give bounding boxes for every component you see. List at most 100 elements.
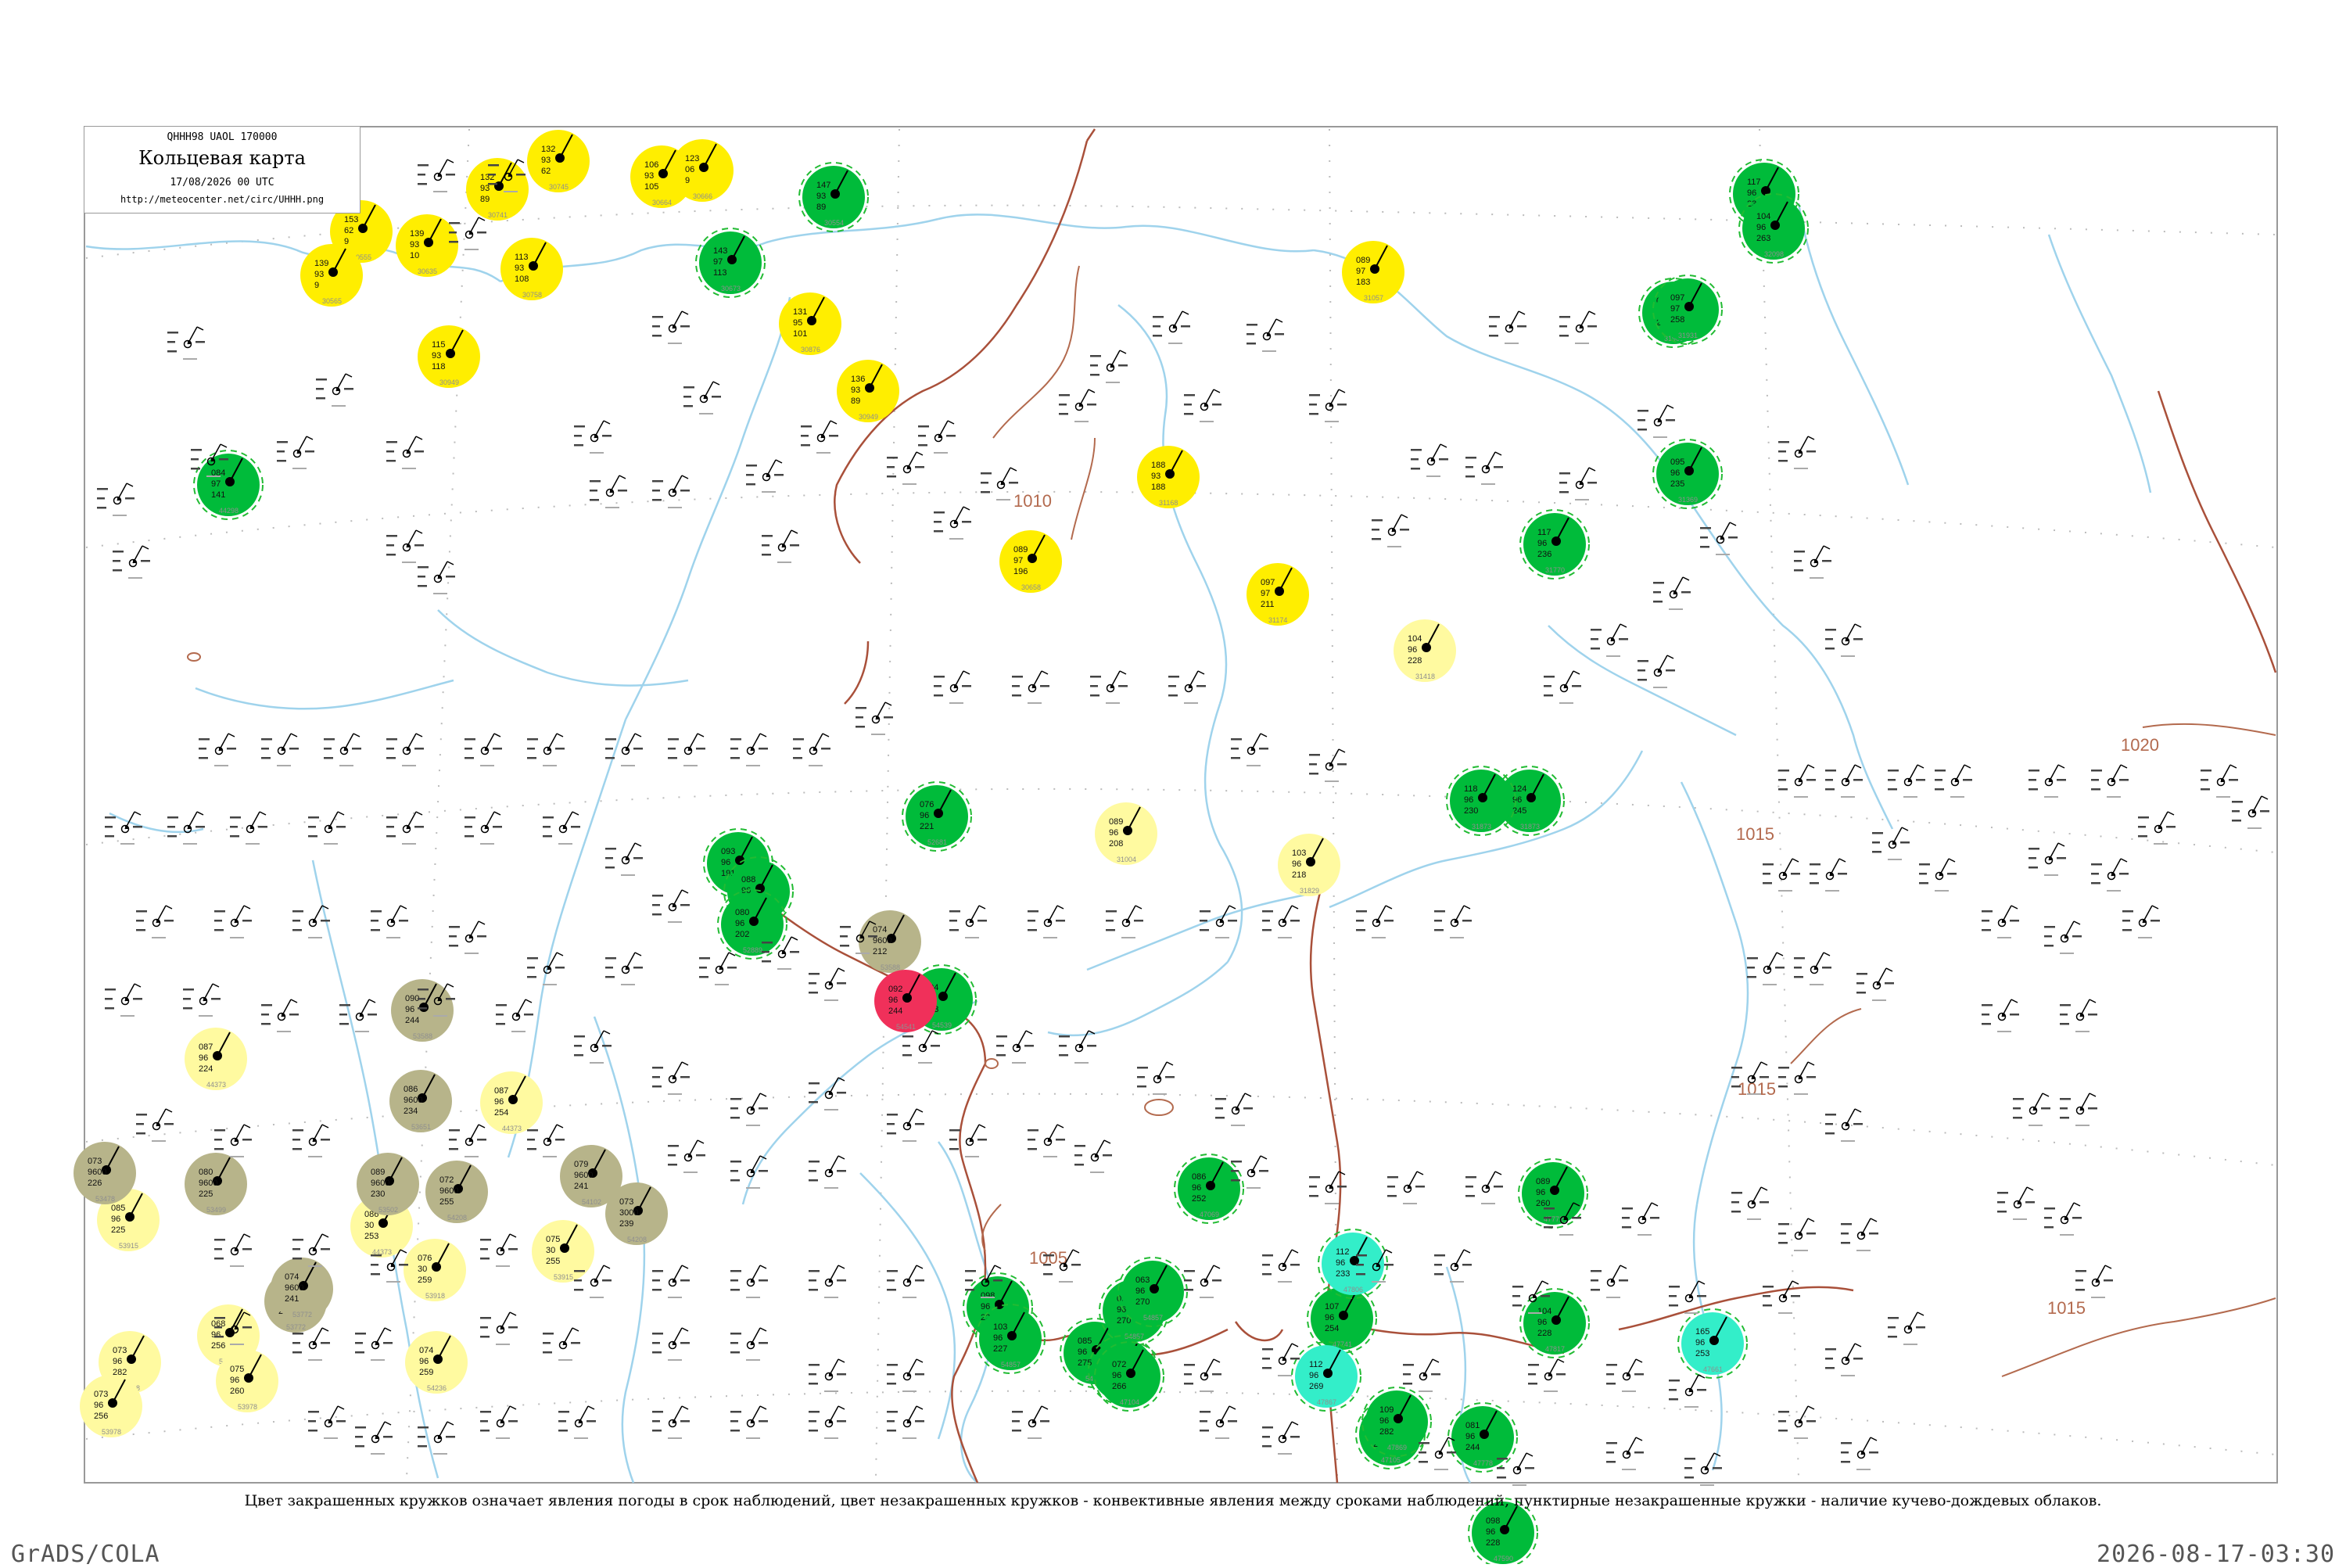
station-value-bottom: 256	[211, 1341, 225, 1351]
station-value-top: 097	[1670, 293, 1684, 303]
station-value-mid: 93	[1151, 472, 1160, 481]
station-value-bottom: 260	[1536, 1199, 1550, 1208]
station-value-top: 063	[1135, 1276, 1150, 1285]
station-plot: 113 93108 30758	[500, 238, 563, 300]
station-value-mid: 96	[419, 1357, 429, 1366]
station-value-top: 098	[981, 1291, 995, 1301]
station-index: 53772	[286, 1323, 306, 1331]
station-plot: 0733000239 54208	[605, 1182, 668, 1245]
station-plot: 188 93 188 31168	[1137, 446, 1200, 508]
station-value-bottom: 260	[230, 1387, 244, 1396]
station-value-top: 089	[371, 1168, 385, 1177]
station-value-bottom: 202	[735, 930, 749, 939]
station-value-top: 089	[1013, 545, 1028, 554]
station-value-mid: 96	[1336, 1258, 1345, 1268]
station-value-mid: 96	[113, 1357, 122, 1366]
station-value-mid: 96	[494, 1097, 504, 1107]
station-value-top: 117	[1747, 178, 1761, 187]
station-index: 31004	[1117, 856, 1136, 863]
station-plot: 075 96 260 53978	[216, 1350, 278, 1412]
source-url[interactable]: http://meteocenter.net/circ/UHHH.png	[84, 194, 360, 205]
station-index: 53978	[102, 1428, 121, 1436]
isobar-label: 1015	[1736, 824, 1774, 844]
map-title: Кольцевая карта	[138, 147, 306, 169]
station-value-top: 117	[1537, 528, 1551, 537]
station-value-top: 136	[851, 375, 865, 384]
station-index: 32098	[1764, 250, 1784, 258]
station-index: 30673	[721, 285, 741, 292]
station-value-bottom: 270	[1135, 1297, 1150, 1307]
observation-time: 17/08/2026 00 UTC	[170, 177, 274, 188]
station-value-top: 087	[199, 1042, 213, 1052]
station-index: 30745	[549, 183, 569, 191]
station-index: 47867	[1317, 1398, 1336, 1406]
station-value-bottom: 239	[619, 1219, 633, 1229]
station-value-top: 104	[1408, 634, 1422, 644]
station-value-bottom: 101	[793, 329, 807, 339]
station-index: 44373	[206, 1081, 226, 1089]
station-value-bottom: 105	[644, 182, 658, 192]
station-plot: 097 97 211 31174	[1247, 563, 1309, 626]
station-value-top: 076	[418, 1254, 432, 1263]
station-index: 47104	[1120, 1398, 1139, 1406]
station-value-mid: 30	[546, 1246, 555, 1255]
station-value-top: 118	[1464, 784, 1478, 794]
station-value-bottom: 9	[344, 237, 349, 246]
station-value-bottom: 183	[1356, 278, 1370, 287]
station-value-mid: 96	[1309, 1371, 1318, 1380]
station-value-top: 131	[793, 307, 807, 317]
station-value-bottom: 245	[1512, 806, 1526, 816]
station-value-bottom: 225	[199, 1189, 213, 1199]
station-index: 31168	[1159, 499, 1178, 507]
station-plot: 0849714144298	[193, 450, 264, 520]
station-value-bottom: 228	[1486, 1538, 1500, 1548]
station-plot: 076 96 221 52681	[902, 781, 972, 852]
station-value-mid: 96	[920, 811, 929, 820]
station-value-bottom: 258	[1670, 315, 1684, 325]
station-value-top: 112	[1336, 1247, 1350, 1257]
station-value-top: 139	[410, 229, 424, 239]
station-value-bottom: 230	[371, 1189, 385, 1199]
station-plot: 089 97 196 30658	[999, 530, 1062, 593]
station-plot: 09596235 31369	[1652, 439, 1723, 509]
station-value-top: 165	[1695, 1327, 1709, 1337]
station-index: 44373	[502, 1125, 522, 1132]
station-index: 54102	[582, 1198, 601, 1206]
station-plot: 10496228 31418	[1394, 619, 1456, 682]
station-value-mid: 96	[1192, 1183, 1201, 1193]
station-value-bottom: 89	[851, 396, 860, 406]
station-value-bottom: 269	[1309, 1382, 1323, 1391]
station-value-top: 073	[619, 1197, 633, 1207]
station-value-top: 076	[920, 800, 934, 809]
station-value-bottom: 235	[1670, 479, 1684, 489]
station-value-top: 147	[816, 181, 830, 190]
station-value-top: 080	[199, 1168, 213, 1177]
station-value-top: 124	[1512, 784, 1526, 794]
station-value-top: 103	[1292, 849, 1306, 858]
station-plot: 0749600241 53772	[271, 1258, 333, 1320]
station-value-mid: 96	[721, 858, 730, 867]
station-plot: 13195101 30876	[779, 292, 841, 355]
station-plot: 086 9600 234 53651	[389, 1070, 452, 1132]
station-value-top: 107	[1325, 1302, 1339, 1311]
station-index: 53588	[413, 1032, 432, 1040]
station-plot: 08696252 47069	[1174, 1154, 1244, 1224]
station-value-bottom: 10	[410, 251, 419, 260]
station-value-mid: 96	[1464, 795, 1473, 805]
station-value-mid: 30	[364, 1221, 374, 1230]
station-value-top: 080	[735, 908, 749, 917]
station-value-mid: 93	[515, 264, 524, 273]
station-value-mid: 96	[1512, 795, 1522, 805]
station-value-bottom: 225	[111, 1225, 125, 1235]
station-plot: 11896230 31873	[1446, 766, 1516, 836]
station-value-top: 113	[515, 253, 529, 262]
station-value-top: 095	[1670, 457, 1684, 467]
station-index: 54539	[932, 1021, 952, 1029]
station-index: 53915	[554, 1273, 573, 1281]
station-value-top: 073	[94, 1390, 108, 1399]
station-index: 54541	[896, 1023, 916, 1031]
station-index: 31770	[1545, 566, 1565, 574]
station-value-mid: 93	[314, 270, 324, 279]
station-value-bottom: 108	[515, 274, 529, 284]
station-plot: 132 93 62 30745	[527, 130, 590, 192]
